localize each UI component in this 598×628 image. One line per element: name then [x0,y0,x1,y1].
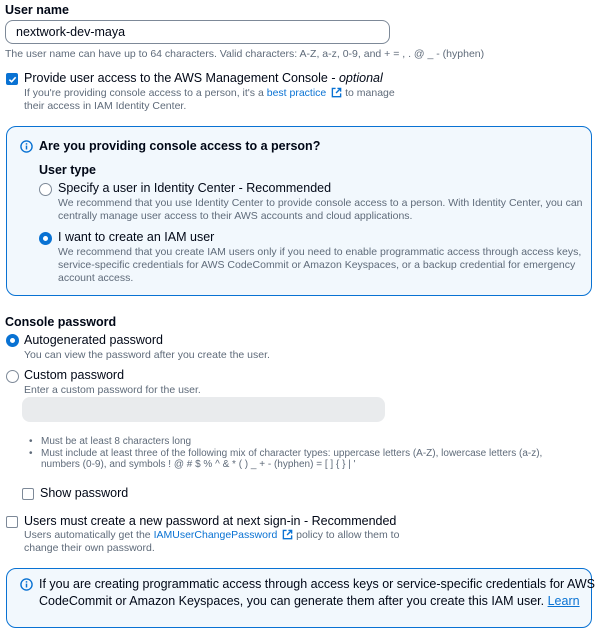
show-password-label[interactable]: Show password [40,486,128,500]
custom-password-input[interactable] [22,397,385,422]
user-name-input[interactable]: nextwork-dev-maya [5,20,390,44]
info-circle-icon [20,578,33,591]
iam-user-desc-2: service-specific credentials for AWS Cod… [58,259,576,271]
best-practice-link[interactable]: best practice [267,87,327,99]
reset-desc-before: Users automatically get the [24,529,154,541]
console-access-desc-after: to manage [342,87,395,99]
external-link-icon[interactable] [282,529,293,540]
programmatic-info-line1: If you are creating programmatic access … [39,577,596,591]
reset-password-label[interactable]: Users must create a new password at next… [24,514,396,528]
reset-password-desc: Users automatically get the IAMUserChang… [24,529,399,542]
console-access-desc-before: If you're providing console access to a … [24,87,267,99]
console-access-label: Provide user access to the AWS Managemen… [24,71,383,85]
user-name-hint: The user name can have up to 64 characte… [5,48,485,60]
identity-center-desc-1: We recommend that you use Identity Cente… [58,197,583,209]
password-rule-item: Must include at least three of the follo… [29,448,542,460]
identity-center-option-title[interactable]: Specify a user in Identity Center - Reco… [58,181,331,195]
checkmark-icon [8,76,16,83]
autogenerated-password-radio[interactable] [6,334,19,347]
show-password-checkbox[interactable] [22,488,34,500]
console-access-desc: If you're providing console access to a … [24,87,395,100]
iam-user-change-password-link[interactable]: IAMUserChangePassword [154,529,278,541]
custom-password-title[interactable]: Custom password [24,368,124,382]
iam-user-desc-3: account access. [58,272,134,284]
reset-desc-after: policy to allow them to [293,529,400,541]
console-access-label-main: Provide user access to the AWS Managemen… [24,71,339,85]
password-rule-item: Must be at least 8 characters long [29,436,542,448]
programmatic-info-line2-text: CodeCommit or Amazon Keyspaces, you can … [39,594,548,608]
console-password-label: Console password [5,315,117,329]
custom-password-desc: Enter a custom password for the user. [24,384,201,396]
user-name-label: User name [5,3,69,17]
identity-center-desc-2: centrally manage user access to their AW… [58,210,413,222]
console-access-optional: optional [338,71,383,85]
reset-password-checkbox[interactable] [6,516,18,528]
reset-password-desc-line2: change their own password. [24,542,155,554]
iam-user-radio[interactable] [39,232,52,245]
console-access-checkbox[interactable] [6,73,18,85]
programmatic-info-line2: CodeCommit or Amazon Keyspaces, you can … [39,594,580,608]
learn-more-link[interactable]: Learn [548,594,580,608]
console-access-desc-line2: their access in IAM Identity Center. [24,100,187,112]
info-circle-icon [20,140,33,153]
user-type-label: User type [39,163,96,177]
autogenerated-password-desc: You can view the password after you crea… [24,349,270,361]
password-rule-continuation: numbers (0-9), and symbols ! @ # $ % ^ &… [41,459,356,470]
password-rules-list: Must be at least 8 characters long Must … [29,436,542,471]
external-link-icon[interactable] [331,87,342,98]
identity-center-radio[interactable] [39,183,52,196]
custom-password-radio[interactable] [6,370,19,383]
iam-user-desc-1: We recommend that you create IAM users o… [58,246,582,258]
autogenerated-password-title[interactable]: Autogenerated password [24,333,163,347]
person-box-title: Are you providing console access to a pe… [39,139,321,153]
iam-user-option-title[interactable]: I want to create an IAM user [58,230,214,244]
